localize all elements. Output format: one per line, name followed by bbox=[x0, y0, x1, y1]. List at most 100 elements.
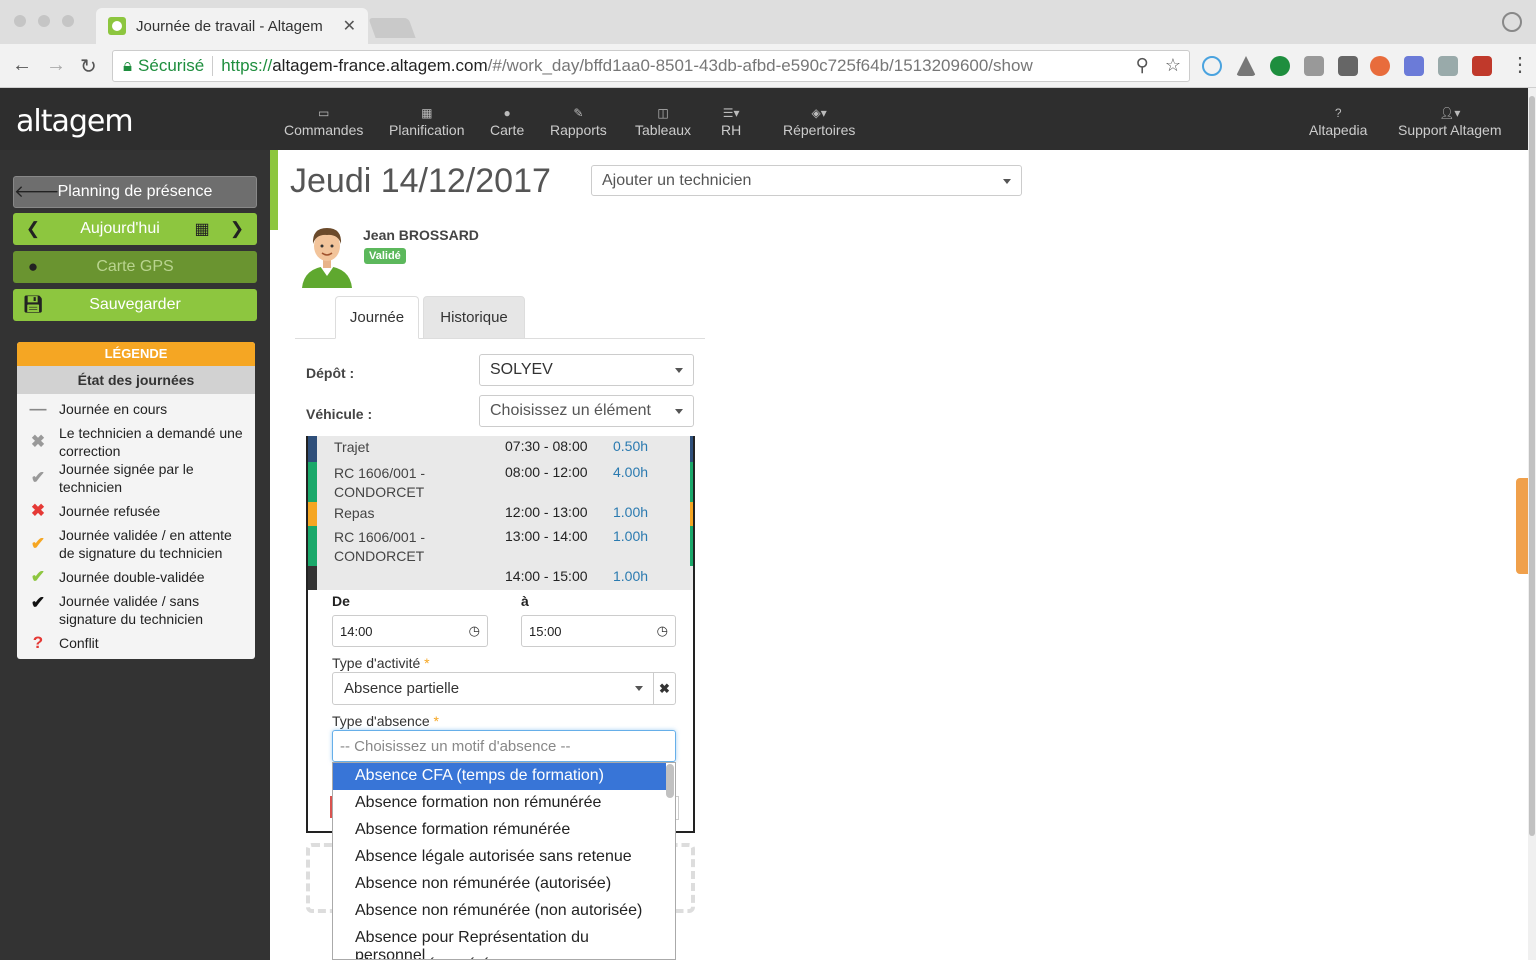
calendar-picker-icon[interactable]: ▦ bbox=[187, 219, 217, 239]
orange-check-icon: ✔ bbox=[30, 534, 46, 553]
profile-icon[interactable] bbox=[1502, 12, 1522, 32]
chevron-down-icon bbox=[675, 368, 683, 373]
next-day-chevron-icon[interactable]: ❯ bbox=[217, 219, 257, 239]
menu-repertoires[interactable]: ◈▾ Répertoires bbox=[783, 106, 855, 138]
check-icon: ✔ bbox=[30, 468, 46, 487]
chevron-down-icon bbox=[1003, 179, 1011, 184]
dropdown-option[interactable]: Absence non rémunérée (autorisée) bbox=[333, 871, 666, 898]
menu-kebab-icon[interactable]: ⋮ bbox=[1510, 52, 1530, 77]
absence-type-dropdown: Absence CFA (temps de formation) Absence… bbox=[332, 762, 676, 960]
extension-check-icon[interactable] bbox=[1270, 56, 1290, 76]
secure-label: Sécurisé bbox=[138, 56, 214, 76]
technician-name: Jean BROSSARD bbox=[363, 227, 479, 243]
vehicle-label: Véhicule : bbox=[306, 406, 373, 422]
forward-arrow-icon[interactable]: → bbox=[46, 54, 66, 77]
feedback-side-tab[interactable] bbox=[1516, 478, 1528, 574]
bookmark-star-icon[interactable]: ☆ bbox=[1165, 55, 1181, 76]
extension-s-icon[interactable] bbox=[1338, 56, 1358, 76]
vehicle-select[interactable]: Choisissez un élément bbox=[479, 395, 694, 427]
legend-item: ✔ Journée validée / sans signature du tec… bbox=[17, 592, 255, 628]
green-check-icon: ✔ bbox=[30, 567, 46, 586]
altagem-logo[interactable]: altagem bbox=[16, 104, 134, 139]
today-button[interactable]: Aujourd'hui bbox=[53, 220, 187, 238]
page-scrollbar-thumb[interactable] bbox=[1529, 96, 1535, 836]
today-nav: ❮ Aujourd'hui ▦ ❯ bbox=[13, 213, 257, 245]
extension-angular-icon[interactable] bbox=[1304, 56, 1324, 76]
chevron-down-icon bbox=[675, 409, 683, 414]
menu-tableaux[interactable]: ◫ Tableaux bbox=[635, 106, 691, 138]
extension-duck-icon[interactable] bbox=[1370, 56, 1390, 76]
status-badge: Validé bbox=[364, 248, 406, 264]
chevron-down-icon bbox=[635, 686, 643, 691]
technician-avatar bbox=[302, 228, 352, 288]
menu-altapedia[interactable]: ? Altapedia bbox=[1309, 106, 1367, 138]
clock-icon: ◷ bbox=[468, 623, 480, 638]
extension-globe-icon[interactable] bbox=[1202, 56, 1222, 76]
minimize-window-button[interactable] bbox=[38, 15, 50, 27]
from-label: De bbox=[332, 593, 350, 609]
gps-map-button[interactable]: ● Carte GPS bbox=[13, 251, 257, 283]
map-pin-icon: ● bbox=[503, 106, 511, 120]
legend-title: LÉGENDE bbox=[17, 342, 255, 366]
dropdown-option[interactable]: Absence légale autorisée sans retenue bbox=[333, 844, 666, 871]
menu-rapports[interactable]: ✎ Rapports bbox=[550, 106, 607, 138]
status-accent-bar bbox=[270, 150, 278, 230]
browser-tab[interactable]: Journée de travail - Altagem ✕ bbox=[96, 8, 368, 44]
depot-select[interactable]: SOLYEV bbox=[479, 354, 694, 386]
arrow-left-icon: 🡐 bbox=[14, 182, 60, 201]
dropdown-option[interactable]: Absence formation non rémunérée bbox=[333, 790, 666, 817]
menu-commandes[interactable]: ▭ Commandes bbox=[284, 106, 363, 138]
tab-historique[interactable]: Historique bbox=[423, 296, 525, 339]
extension-r-icon[interactable] bbox=[1404, 56, 1424, 76]
dropdown-option[interactable]: Absence formation rémunérée bbox=[333, 817, 666, 844]
maximize-window-button[interactable] bbox=[62, 15, 74, 27]
zoom-search-icon[interactable]: ⚲ bbox=[1136, 55, 1149, 76]
browser-toolbar: ← → ↻ 🔒︎ Sécurisé https:// altagem-franc… bbox=[0, 44, 1536, 88]
list-icon: ☰▾ bbox=[722, 106, 740, 120]
user-icon: 👤︎▾ bbox=[1439, 106, 1461, 120]
extension-ublock-icon[interactable] bbox=[1472, 56, 1492, 76]
close-window-button[interactable] bbox=[14, 15, 26, 27]
to-time-input[interactable]: 15:00 ◷ bbox=[521, 615, 676, 647]
tab-journee[interactable]: Journée bbox=[335, 296, 419, 339]
menu-rh[interactable]: ☰▾ RH bbox=[721, 106, 741, 138]
timeline-row[interactable]: RC 1606/001 - CONDORCET 08:00 - 12:00 4.… bbox=[308, 462, 693, 502]
timeline-row[interactable]: RC 1606/001 - CONDORCET 13:00 - 14:00 1.… bbox=[308, 526, 693, 566]
question-icon: ? bbox=[1334, 106, 1342, 120]
dropdown-option[interactable]: Absence CFA (temps de formation) bbox=[333, 763, 666, 790]
url-path: /#/work_day/bffd1aa0-8501-43db-afbd-e590… bbox=[487, 56, 1033, 75]
activity-type-select[interactable]: Absence partielle ✖ bbox=[332, 672, 676, 705]
dropdown-option[interactable]: Absence non rémunérée (non autorisée) bbox=[333, 898, 666, 925]
legend-item: ✔ Journée double-validée bbox=[17, 568, 255, 586]
altagem-favicon-icon bbox=[108, 17, 126, 35]
cross-icon: ✖ bbox=[30, 432, 46, 451]
clear-selection-icon[interactable]: ✖ bbox=[653, 673, 675, 704]
dropdown-option[interactable]: Absence rémunérée bbox=[333, 952, 666, 959]
address-bar[interactable]: 🔒︎ Sécurisé https:// altagem-france.alta… bbox=[112, 50, 1190, 82]
reload-icon[interactable]: ↻ bbox=[80, 54, 97, 79]
timeline-row[interactable]: Trajet 07:30 - 08:00 0.50h bbox=[308, 436, 693, 462]
browser-titlebar: Journée de travail - Altagem ✕ bbox=[0, 0, 1536, 44]
prev-day-chevron-icon[interactable]: ❮ bbox=[13, 219, 53, 239]
new-tab-button[interactable] bbox=[368, 18, 416, 38]
extension-drive-icon[interactable] bbox=[1236, 56, 1256, 76]
menu-carte[interactable]: ● Carte bbox=[490, 106, 524, 138]
cancel-button-edge[interactable] bbox=[676, 796, 679, 820]
tab-close-icon[interactable]: ✕ bbox=[343, 16, 356, 36]
save-button[interactable]: 💾︎ Sauvegarder bbox=[13, 289, 257, 321]
back-planning-button[interactable]: 🡐 Planning de présence bbox=[13, 176, 257, 208]
timeline-row-selected[interactable]: 14:00 - 15:00 1.00h bbox=[308, 566, 693, 590]
clock-icon: ◷ bbox=[656, 623, 668, 638]
menu-planification[interactable]: ▦ Planification bbox=[389, 106, 465, 138]
calendar-icon: ▦ bbox=[421, 106, 433, 120]
extension-puzzle-icon[interactable] bbox=[1438, 56, 1458, 76]
dropdown-scrollbar[interactable] bbox=[666, 764, 674, 798]
from-time-input[interactable]: 14:00 ◷ bbox=[332, 615, 488, 647]
absence-type-search-input[interactable]: -- Choisissez un motif d'absence -- bbox=[332, 730, 676, 762]
back-arrow-icon[interactable]: ← bbox=[12, 54, 32, 77]
menu-support[interactable]: 👤︎▾ Support Altagem bbox=[1398, 106, 1502, 138]
add-technician-select[interactable]: Ajouter un technicien bbox=[591, 165, 1022, 196]
timeline-row[interactable]: Repas 12:00 - 13:00 1.00h bbox=[308, 502, 693, 526]
dropdown-option[interactable]: Absence pour Représentation du personnel bbox=[333, 925, 666, 959]
activity-type-label: Type d'activité * bbox=[332, 655, 430, 671]
